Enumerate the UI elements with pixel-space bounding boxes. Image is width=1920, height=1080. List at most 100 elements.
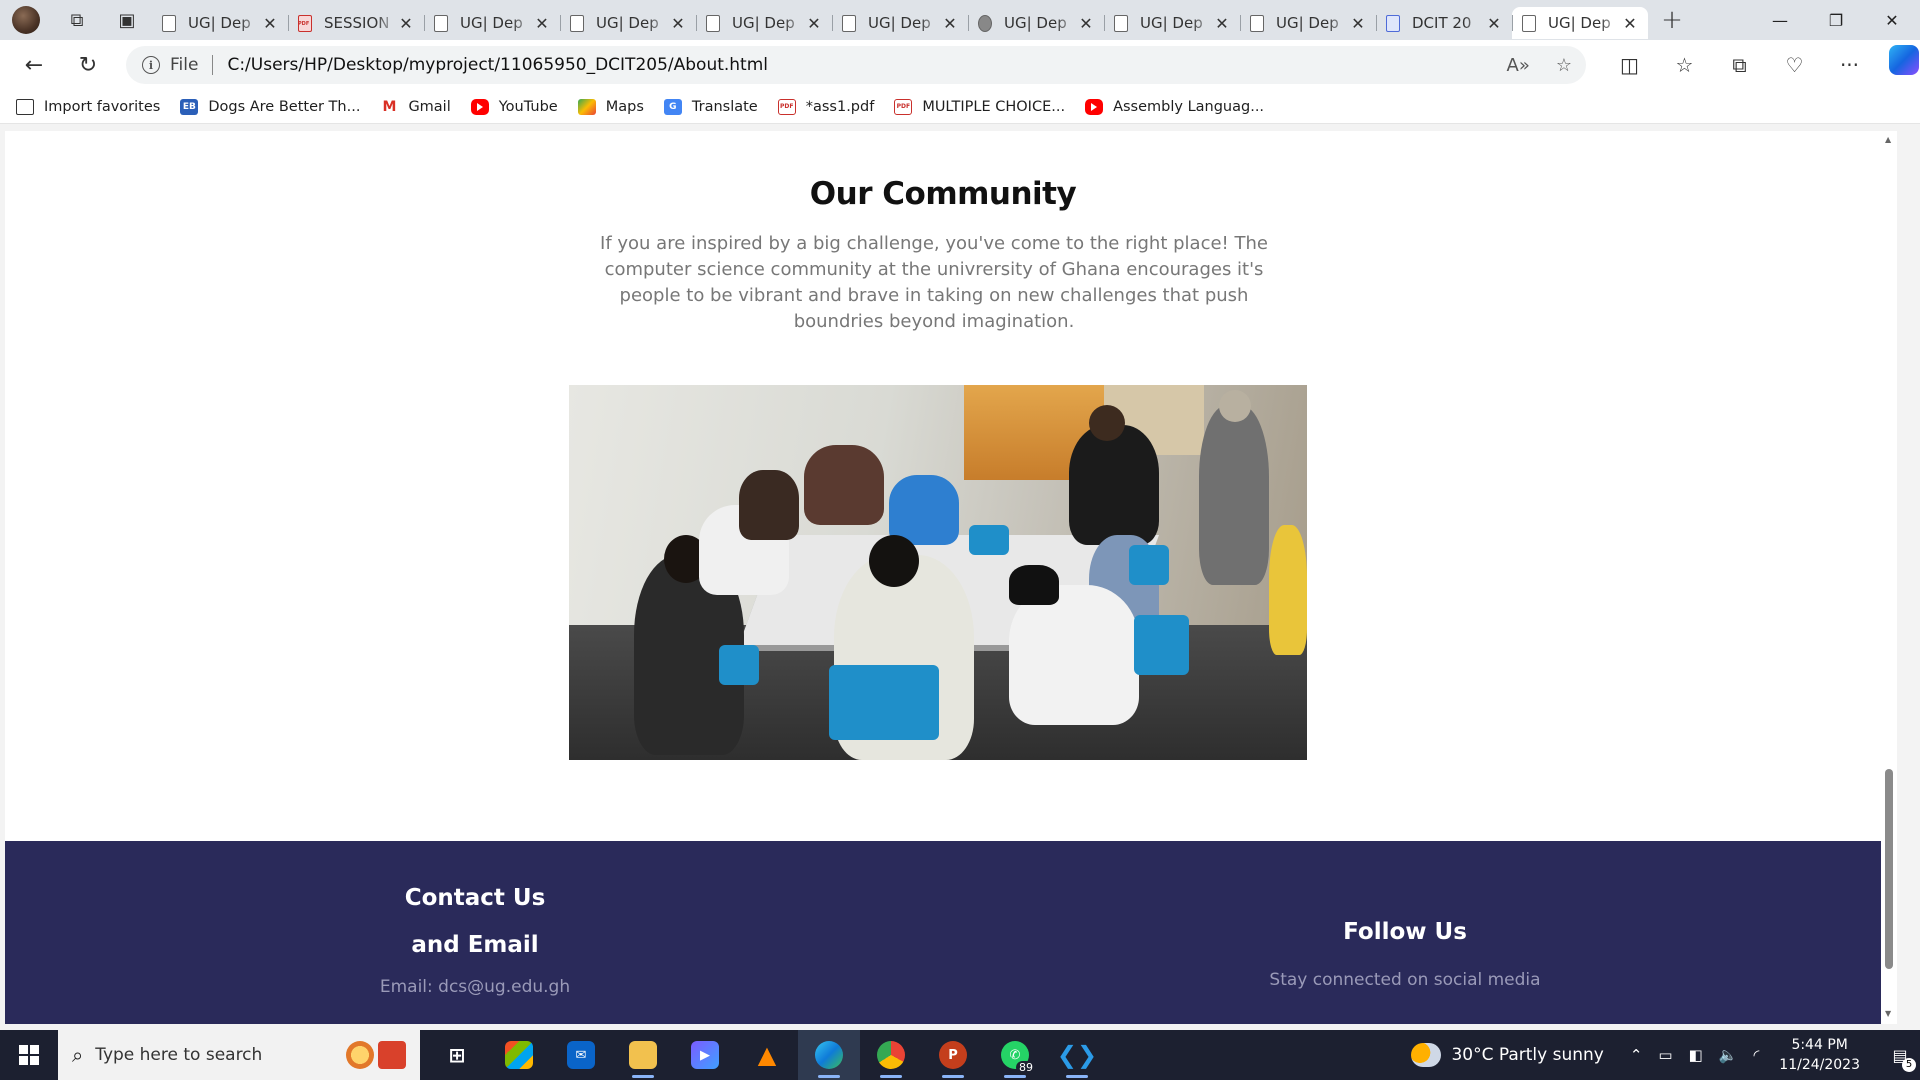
- taskbar-whatsapp[interactable]: ✆ 89: [984, 1030, 1046, 1080]
- profile-avatar[interactable]: [12, 6, 40, 34]
- browser-tab[interactable]: DCIT 20 ✕: [1376, 7, 1512, 39]
- favorite-star-icon[interactable]: ☆: [1556, 55, 1572, 76]
- favorite-link[interactable]: EB Dogs Are Better Th...: [180, 98, 360, 115]
- photo-chair: [969, 525, 1009, 555]
- taskbar-vscode[interactable]: ❮❯: [1046, 1030, 1108, 1080]
- favorite-link[interactable]: Import favorites: [16, 98, 160, 115]
- workspaces-icon[interactable]: ⧉: [52, 0, 102, 40]
- page-viewport[interactable]: Our Community If you are inspired by a b…: [5, 131, 1897, 1024]
- chevron-up-icon[interactable]: ⌃: [1630, 1046, 1643, 1064]
- tab-close-icon[interactable]: ✕: [806, 14, 822, 33]
- page-icon: [706, 14, 720, 32]
- copilot-icon[interactable]: [1889, 45, 1919, 75]
- tab-close-icon[interactable]: ✕: [1622, 14, 1638, 33]
- search-placeholder: Type here to search: [95, 1045, 263, 1065]
- favorite-link[interactable]: PDF MULTIPLE CHOICE...: [894, 98, 1066, 115]
- browser-tab[interactable]: UG| Dep ✕: [1104, 7, 1240, 39]
- taskbar-powerpoint[interactable]: P: [922, 1030, 984, 1080]
- back-button[interactable]: ←: [10, 45, 58, 85]
- task-view-button[interactable]: ⊞: [426, 1030, 488, 1080]
- more-menu-icon[interactable]: ···: [1822, 45, 1877, 85]
- mail-icon: ✉: [567, 1041, 595, 1069]
- page-scrollbar[interactable]: ▲ ▼: [1881, 131, 1897, 1024]
- tab-title: UG| Dep: [460, 14, 523, 32]
- windows-logo-icon: [19, 1045, 39, 1065]
- tab-close-icon[interactable]: ✕: [1486, 14, 1502, 33]
- taskbar-chrome[interactable]: [860, 1030, 922, 1080]
- taskbar-search[interactable]: ⌕ Type here to search: [58, 1030, 420, 1080]
- browser-tab[interactable]: UG| Dep ✕: [560, 7, 696, 39]
- tab-close-icon[interactable]: ✕: [262, 14, 278, 33]
- browser-tab[interactable]: UG| Dep ✕: [424, 7, 560, 39]
- tab-close-icon[interactable]: ✕: [1350, 14, 1366, 33]
- tab-actions-icon[interactable]: ▣: [102, 0, 152, 40]
- search-icon: ⌕: [72, 1043, 84, 1067]
- favorite-link[interactable]: G Translate: [663, 98, 758, 115]
- wifi-icon[interactable]: ◜: [1753, 1046, 1759, 1064]
- favorite-link[interactable]: PDF *ass1.pdf: [777, 98, 874, 115]
- browser-tab[interactable]: UG| Dep ✕: [1240, 7, 1376, 39]
- taskbar-clipchamp[interactable]: ▶: [674, 1030, 736, 1080]
- taskbar-vlc[interactable]: ▲: [736, 1030, 798, 1080]
- favorite-link[interactable]: M Gmail: [380, 98, 451, 115]
- tab-close-icon[interactable]: ✕: [1078, 14, 1094, 33]
- favorite-link[interactable]: YouTube: [470, 98, 558, 115]
- close-window-button[interactable]: ✕: [1864, 0, 1920, 40]
- weather-icon[interactable]: [1411, 1043, 1442, 1067]
- taskbar-file-explorer[interactable]: [612, 1030, 674, 1080]
- tab-close-icon[interactable]: ✕: [534, 14, 550, 33]
- tab-close-icon[interactable]: ✕: [1214, 14, 1230, 33]
- favorites-icon[interactable]: ☆: [1657, 45, 1712, 85]
- favorite-link[interactable]: Maps: [577, 98, 644, 115]
- clock-time: 5:44 PM: [1791, 1037, 1848, 1053]
- browser-essentials-icon[interactable]: ♡: [1767, 45, 1822, 85]
- search-highlights[interactable]: [346, 1041, 406, 1069]
- browser-tab[interactable]: UG| Dep ✕: [1512, 7, 1648, 39]
- weather-text[interactable]: 30°C Partly sunny: [1451, 1045, 1603, 1065]
- collections-icon[interactable]: ⧉: [1712, 45, 1767, 85]
- favorite-label: MULTIPLE CHOICE...: [922, 98, 1066, 115]
- address-bar[interactable]: i File C:/Users/HP/Desktop/myproject/110…: [126, 46, 1586, 84]
- photo-head: [1219, 390, 1251, 422]
- browser-tab[interactable]: SESSION ✕: [288, 7, 424, 39]
- browser-tab[interactable]: UG| Dep ✕: [696, 7, 832, 39]
- tab-title: UG| Dep: [188, 14, 251, 32]
- info-icon[interactable]: i: [142, 56, 160, 74]
- page-icon: [1522, 14, 1536, 32]
- contact-heading-line2: and Email: [411, 932, 539, 958]
- scroll-thumb[interactable]: [1885, 769, 1893, 969]
- clock[interactable]: 5:44 PM 11/24/2023: [1779, 1035, 1860, 1075]
- start-button[interactable]: [0, 1030, 58, 1080]
- tab-title: UG| Dep: [1276, 14, 1339, 32]
- browser-tab[interactable]: UG| Dep ✕: [152, 7, 288, 39]
- new-tab-button[interactable]: +: [1652, 0, 1692, 40]
- browser-tab[interactable]: UG| Dep ✕: [832, 7, 968, 39]
- tab-close-icon[interactable]: ✕: [670, 14, 686, 33]
- toolbar-actions: ◫ ☆ ⧉ ♡ ···: [1602, 45, 1919, 85]
- community-description: If you are inspired by a big challenge, …: [600, 233, 1268, 332]
- battery-icon[interactable]: ▭: [1658, 1046, 1672, 1064]
- taskbar-edge[interactable]: [798, 1030, 860, 1080]
- windows-taskbar: ⌕ Type here to search ⊞ ✉ ▶ ▲ P ✆ 89 ❮❯ 3…: [0, 1030, 1920, 1080]
- tab-title: DCIT 20: [1412, 14, 1472, 32]
- browser-toolbar: ← ↻ i File C:/Users/HP/Desktop/myproject…: [0, 40, 1920, 90]
- taskbar-mail[interactable]: ✉: [550, 1030, 612, 1080]
- taskbar-store[interactable]: [488, 1030, 550, 1080]
- notification-center-button[interactable]: ▤ 5: [1880, 1030, 1920, 1080]
- read-aloud-icon[interactable]: A»: [1507, 55, 1530, 76]
- minimize-button[interactable]: —: [1752, 0, 1808, 40]
- tab-close-icon[interactable]: ✕: [398, 14, 414, 33]
- split-screen-icon[interactable]: ◫: [1602, 45, 1657, 85]
- volume-icon[interactable]: 🔈: [1719, 1046, 1738, 1064]
- meet-now-icon[interactable]: ◧: [1689, 1046, 1703, 1064]
- restore-button[interactable]: ❐: [1808, 0, 1864, 40]
- url-text[interactable]: C:/Users/HP/Desktop/myproject/11065950_D…: [227, 55, 1506, 75]
- scroll-down-arrow-icon[interactable]: ▼: [1885, 1009, 1891, 1018]
- photo-person: [889, 475, 959, 545]
- browser-tab[interactable]: UG| Dep ✕: [968, 7, 1104, 39]
- contact-email[interactable]: Email: dcs@ug.edu.gh: [335, 977, 615, 997]
- refresh-button[interactable]: ↻: [64, 45, 112, 85]
- favorite-link[interactable]: Assembly Languag...: [1085, 98, 1264, 115]
- tab-close-icon[interactable]: ✕: [942, 14, 958, 33]
- scroll-up-arrow-icon[interactable]: ▲: [1885, 135, 1891, 144]
